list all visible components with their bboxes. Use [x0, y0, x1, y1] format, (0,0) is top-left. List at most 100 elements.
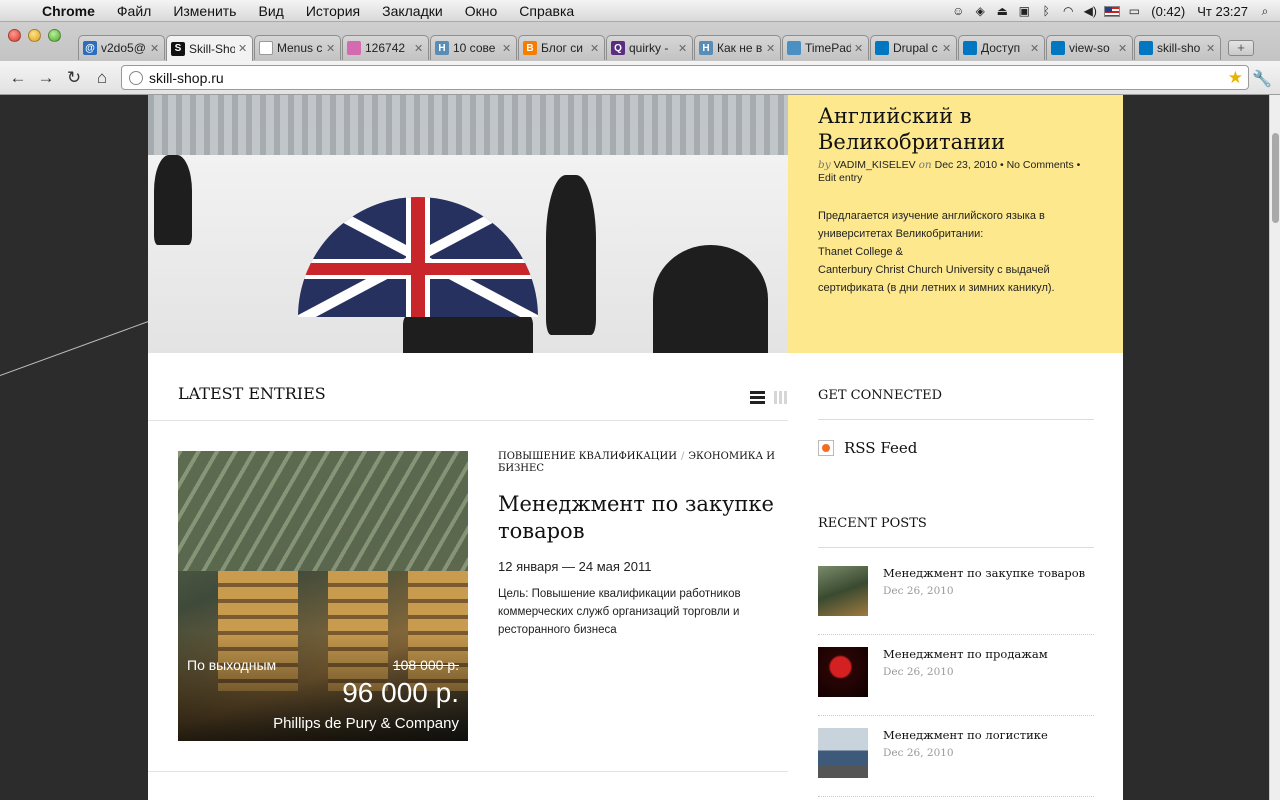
dropbox-icon[interactable]: ◈	[969, 0, 991, 22]
browser-tab[interactable]: view-so ✕	[1046, 35, 1133, 60]
tab-title[interactable]: Как не в	[717, 41, 763, 55]
browser-tab[interactable]: Qquirky - ✕	[606, 35, 693, 60]
menu-view[interactable]: Вид	[247, 3, 294, 19]
page-scrollbar[interactable]	[1269, 95, 1280, 800]
recent-post-date: Dec 26, 2010	[883, 585, 954, 597]
spotlight-search-icon[interactable]: ⌕	[1254, 0, 1276, 22]
battery-time[interactable]: (0:42)	[1145, 4, 1191, 19]
input-language-flag-icon[interactable]	[1101, 0, 1123, 22]
featured-post-author[interactable]: VADIM_KISELEV	[834, 159, 916, 171]
tab-close-icon[interactable]: ✕	[766, 42, 776, 55]
wrench-menu-icon[interactable]: 🔧	[1252, 69, 1272, 89]
wifi-icon[interactable]: ◠	[1057, 0, 1079, 22]
tab-close-icon[interactable]: ✕	[1206, 42, 1216, 55]
reload-icon[interactable]: ↻	[60, 64, 88, 92]
category-link[interactable]: Повышение квалификации	[498, 451, 677, 462]
recent-post-title[interactable]: Менеджмент по продажам	[883, 647, 1048, 661]
tab-favicon-icon	[347, 41, 361, 55]
featured-post-title[interactable]: Английский в Великобритании	[818, 103, 1093, 155]
browser-tab[interactable]: Drupal c ✕	[870, 35, 957, 60]
browser-tab[interactable]: 126742 ✕	[342, 35, 429, 60]
tab-close-icon[interactable]: ✕	[414, 42, 424, 55]
tab-close-icon[interactable]: ✕	[590, 42, 600, 55]
display-icon[interactable]: ▣	[1013, 0, 1035, 22]
skype-status-icon[interactable]: ☺	[947, 0, 969, 22]
get-connected-heading: GET CONNECTED	[818, 388, 943, 403]
bookmark-star-icon[interactable]: ★	[1228, 68, 1243, 88]
featured-photo-london-snow[interactable]	[148, 95, 788, 353]
zoom-window-icon[interactable]	[48, 29, 61, 42]
tab-title[interactable]: Menus c	[277, 41, 323, 55]
recent-post-title[interactable]: Менеджмент по логистике	[883, 728, 1048, 742]
menu-window[interactable]: Окно	[454, 3, 509, 19]
tab-title[interactable]: TimePad	[805, 41, 851, 55]
recent-post[interactable]: Менеджмент по логистике Dec 26, 2010	[818, 728, 1094, 800]
tab-title[interactable]: view-so	[1069, 41, 1115, 55]
edit-entry-link[interactable]: Edit entry	[818, 172, 862, 184]
page-info-globe-icon[interactable]	[129, 70, 143, 85]
back-arrow-icon[interactable]: ←	[4, 64, 32, 92]
menu-help[interactable]: Справка	[508, 3, 585, 19]
tab-close-icon[interactable]: ✕	[326, 42, 336, 55]
address-url[interactable]: skill-shop.ru	[149, 70, 1228, 86]
tab-favicon-icon	[1051, 41, 1065, 55]
tab-close-icon[interactable]: ✕	[854, 42, 864, 55]
tab-title[interactable]: Доступ	[981, 41, 1027, 55]
grid-view-icon[interactable]	[774, 391, 789, 404]
minimize-window-icon[interactable]	[28, 29, 41, 42]
tab-title[interactable]: Skill-Sho	[189, 42, 235, 56]
bluetooth-icon[interactable]: ᛒ	[1035, 0, 1057, 22]
recent-post-thumbnail[interactable]	[818, 647, 868, 697]
tab-close-icon[interactable]: ✕	[1030, 42, 1040, 55]
entry-thumbnail-warehouse[interactable]: По выходным 108 000 р. 96 000 р. Phillip…	[178, 451, 468, 741]
tab-title[interactable]: Блог си	[541, 41, 587, 55]
browser-tab[interactable]: Доступ ✕	[958, 35, 1045, 60]
tab-close-icon[interactable]: ✕	[1118, 42, 1128, 55]
browser-tab[interactable]: @ v2do5@ ✕	[78, 35, 165, 60]
close-window-icon[interactable]	[8, 29, 21, 42]
browser-tab[interactable]: skill-sho ✕	[1134, 35, 1221, 60]
scrollbar-thumb[interactable]	[1272, 133, 1279, 223]
browser-tab[interactable]: S Skill-Sho ✕	[166, 35, 253, 61]
tab-title[interactable]: Drupal c	[893, 41, 939, 55]
rss-icon[interactable]	[818, 440, 834, 456]
tab-title[interactable]: v2do5@	[101, 41, 147, 55]
tab-close-icon[interactable]: ✕	[502, 42, 512, 55]
tab-title[interactable]: skill-sho	[1157, 41, 1203, 55]
menu-history[interactable]: История	[295, 3, 371, 19]
browser-tab[interactable]: H Как не в ✕	[694, 35, 781, 60]
recent-post-thumbnail[interactable]	[818, 566, 868, 616]
battery-icon[interactable]: ▭	[1123, 0, 1145, 22]
home-icon[interactable]: ⌂	[88, 64, 116, 92]
tab-close-icon[interactable]: ✕	[238, 42, 248, 55]
clock[interactable]: Чт 23:27	[1191, 4, 1254, 19]
new-tab-button[interactable]: +	[1228, 40, 1254, 56]
list-view-icon[interactable]	[750, 391, 765, 404]
recent-post-title[interactable]: Менеджмент по закупке товаров	[883, 566, 1085, 580]
recent-post[interactable]: Менеджмент по закупке товаров Dec 26, 20…	[818, 566, 1094, 647]
featured-post-comments-link[interactable]: No Comments	[1007, 159, 1074, 171]
tab-close-icon[interactable]: ✕	[942, 42, 952, 55]
tab-close-icon[interactable]: ✕	[150, 42, 160, 55]
tab-close-icon[interactable]: ✕	[678, 42, 688, 55]
browser-tab[interactable]: Menus c ✕	[254, 35, 341, 60]
browser-tab[interactable]: TimePad ✕	[782, 35, 869, 60]
tab-title[interactable]: 126742	[365, 41, 411, 55]
entry-title[interactable]: Менеджмент по закупке товаров	[498, 491, 783, 545]
menu-app-chrome[interactable]: Chrome	[40, 3, 106, 19]
address-bar[interactable]: skill-shop.ru ★	[121, 65, 1249, 90]
menu-edit[interactable]: Изменить	[162, 3, 247, 19]
forward-arrow-icon[interactable]: →	[32, 64, 60, 92]
volume-icon[interactable]: ◀)	[1079, 0, 1101, 22]
browser-tab[interactable]: H 10 сове ✕	[430, 35, 517, 60]
tab-title[interactable]: quirky -	[629, 41, 675, 55]
rss-feed-link[interactable]: RSS Feed	[818, 439, 917, 457]
time-machine-icon[interactable]: ⏏	[991, 0, 1013, 22]
entry-text: Повышение квалификации / Экономика и бизне…	[498, 451, 783, 639]
menu-file[interactable]: Файл	[106, 3, 162, 19]
recent-post[interactable]: Менеджмент по продажам Dec 26, 2010	[818, 647, 1094, 728]
recent-post-thumbnail[interactable]	[818, 728, 868, 778]
browser-tab[interactable]: B Блог си ✕	[518, 35, 605, 60]
tab-title[interactable]: 10 сове	[453, 41, 499, 55]
menu-bookmarks[interactable]: Закладки	[371, 3, 454, 19]
